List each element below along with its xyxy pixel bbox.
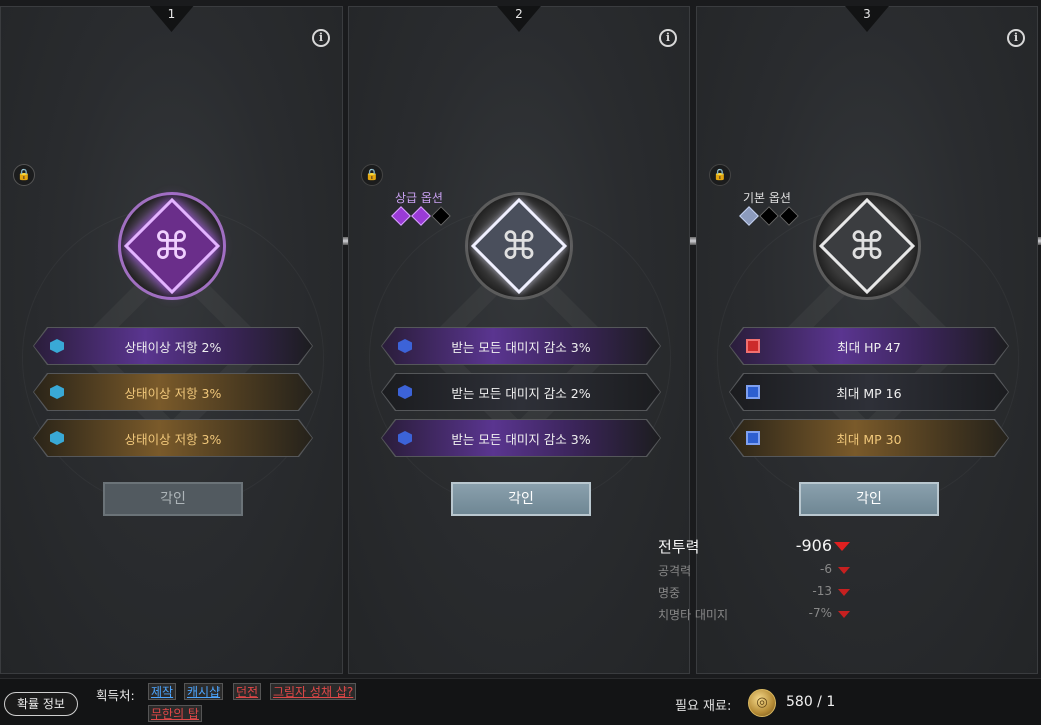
option-row: 최대 HP 47 xyxy=(730,328,1008,364)
stat-label: 명중 xyxy=(658,586,681,600)
engrave-emblem: ⌘ xyxy=(813,192,921,300)
stat-value: -6 xyxy=(820,562,832,576)
engrave-emblem: ⌘ xyxy=(117,192,226,300)
engrave-emblem: ⌘ xyxy=(465,192,573,300)
engrave-button[interactable]: 각인 xyxy=(103,482,243,516)
grade-gems xyxy=(391,206,451,226)
option-text: 받는 모든 대미지 감소 3% xyxy=(451,431,591,447)
source-link-infinite-tower[interactable]: 무한의 탑 xyxy=(148,705,202,722)
down-arrow-icon xyxy=(838,567,850,574)
option-row: 상태이상 저항 3% xyxy=(34,374,312,410)
option-row: 상태이상 저항 3% xyxy=(34,420,312,456)
slot-number: 3 xyxy=(863,7,871,21)
option-row: 받는 모든 대미지 감소 2% xyxy=(382,374,660,410)
engrave-slot-panel-2: 2 i 🔒 상급 옵션 ⌘ 받는 모든 대미지 감소 3% 받는 모든 대미지 … xyxy=(348,6,690,674)
option-row: 받는 모든 대미지 감소 3% xyxy=(382,420,660,456)
info-icon[interactable]: i xyxy=(312,29,330,47)
grade-label: 기본 옵션 xyxy=(743,191,791,205)
stat-value: -906 xyxy=(795,536,832,555)
required-material-label: 필요 재료: xyxy=(675,699,732,714)
option-text: 최대 MP 16 xyxy=(836,385,902,401)
gem-icon xyxy=(739,206,759,226)
down-arrow-icon xyxy=(838,611,850,618)
slot-number: 1 xyxy=(167,7,176,21)
info-icon[interactable]: i xyxy=(659,29,677,47)
stat-label: 치명타 대미지 xyxy=(658,608,729,622)
gem-icon xyxy=(779,206,799,226)
stat-row: 공격력 -6 xyxy=(658,562,858,584)
option-text: 상태이상 저항 3% xyxy=(124,431,222,447)
probability-info-button[interactable]: 확률 정보 xyxy=(4,692,78,716)
option-text: 받는 모든 대미지 감소 2% xyxy=(451,385,591,401)
stat-row: 치명타 대미지 -7% xyxy=(658,606,858,628)
option-text: 최대 HP 47 xyxy=(837,339,901,355)
engrave-button[interactable]: 각인 xyxy=(451,482,591,516)
stat-row: 명중 -13 xyxy=(658,584,858,606)
celtic-knot-icon: ⌘ xyxy=(152,224,191,268)
info-icon[interactable]: i xyxy=(1007,29,1025,47)
lock-icon[interactable]: 🔒 xyxy=(361,164,383,186)
option-row: 최대 MP 16 xyxy=(730,374,1008,410)
lock-icon[interactable]: 🔒 xyxy=(709,164,731,186)
celtic-knot-icon: ⌘ xyxy=(500,224,538,268)
square-icon xyxy=(746,431,760,445)
stat-value: -7% xyxy=(808,606,832,620)
source-link-dungeon[interactable]: 던전 xyxy=(233,683,262,700)
bottom-bar: 확률 정보 획득처: 제작 캐시샵 던전 그림자 성채 샵? 무한의 탑 필요 … xyxy=(0,678,1041,725)
option-row: 받는 모든 대미지 감소 3% xyxy=(382,328,660,364)
gem-icon xyxy=(431,206,451,226)
down-arrow-icon xyxy=(838,589,850,596)
engrave-slot-panel-1: 1 i 🔒 ⌘ 상태이상 저항 2% 상태이상 저항 3% 상태이상 저항 3%… xyxy=(0,6,343,674)
option-text: 받는 모든 대미지 감소 3% xyxy=(451,339,591,355)
combat-power-row: 전투력 -906 xyxy=(658,536,858,562)
option-text: 최대 MP 30 xyxy=(836,431,902,447)
source-link-cash-shop[interactable]: 캐시샵 xyxy=(184,683,224,700)
celtic-knot-icon: ⌘ xyxy=(848,224,886,268)
option-text: 상태이상 저항 2% xyxy=(124,339,222,355)
source-link-craft[interactable]: 제작 xyxy=(148,683,177,700)
slot-number: 2 xyxy=(515,7,523,21)
stat-value: -13 xyxy=(812,584,832,598)
engrave-button[interactable]: 각인 xyxy=(799,482,939,516)
down-arrow-icon xyxy=(834,542,850,551)
square-icon xyxy=(746,339,760,353)
option-text: 상태이상 저항 3% xyxy=(124,385,222,401)
square-icon xyxy=(746,385,760,399)
stat-label: 공격력 xyxy=(658,564,692,578)
gem-icon xyxy=(411,206,431,226)
grade-label: 상급 옵션 xyxy=(395,191,443,205)
source-label: 획득처: xyxy=(96,688,135,703)
material-count: 580 / 1 xyxy=(786,694,836,710)
gem-icon xyxy=(391,206,411,226)
lock-icon[interactable]: 🔒 xyxy=(13,164,35,186)
grade-gems xyxy=(739,206,799,226)
gem-icon xyxy=(759,206,779,226)
coin-icon: ◎ xyxy=(748,689,776,717)
stat-change-summary: 전투력 -906 공격력 -6 명중 -13 치명타 대미지 -7% xyxy=(658,536,858,628)
source-link-shadow-fortress-shop[interactable]: 그림자 성채 샵? xyxy=(270,683,357,700)
stat-label: 전투력 xyxy=(658,538,700,556)
option-row: 최대 MP 30 xyxy=(730,420,1008,456)
option-row: 상태이상 저항 2% xyxy=(34,328,312,364)
